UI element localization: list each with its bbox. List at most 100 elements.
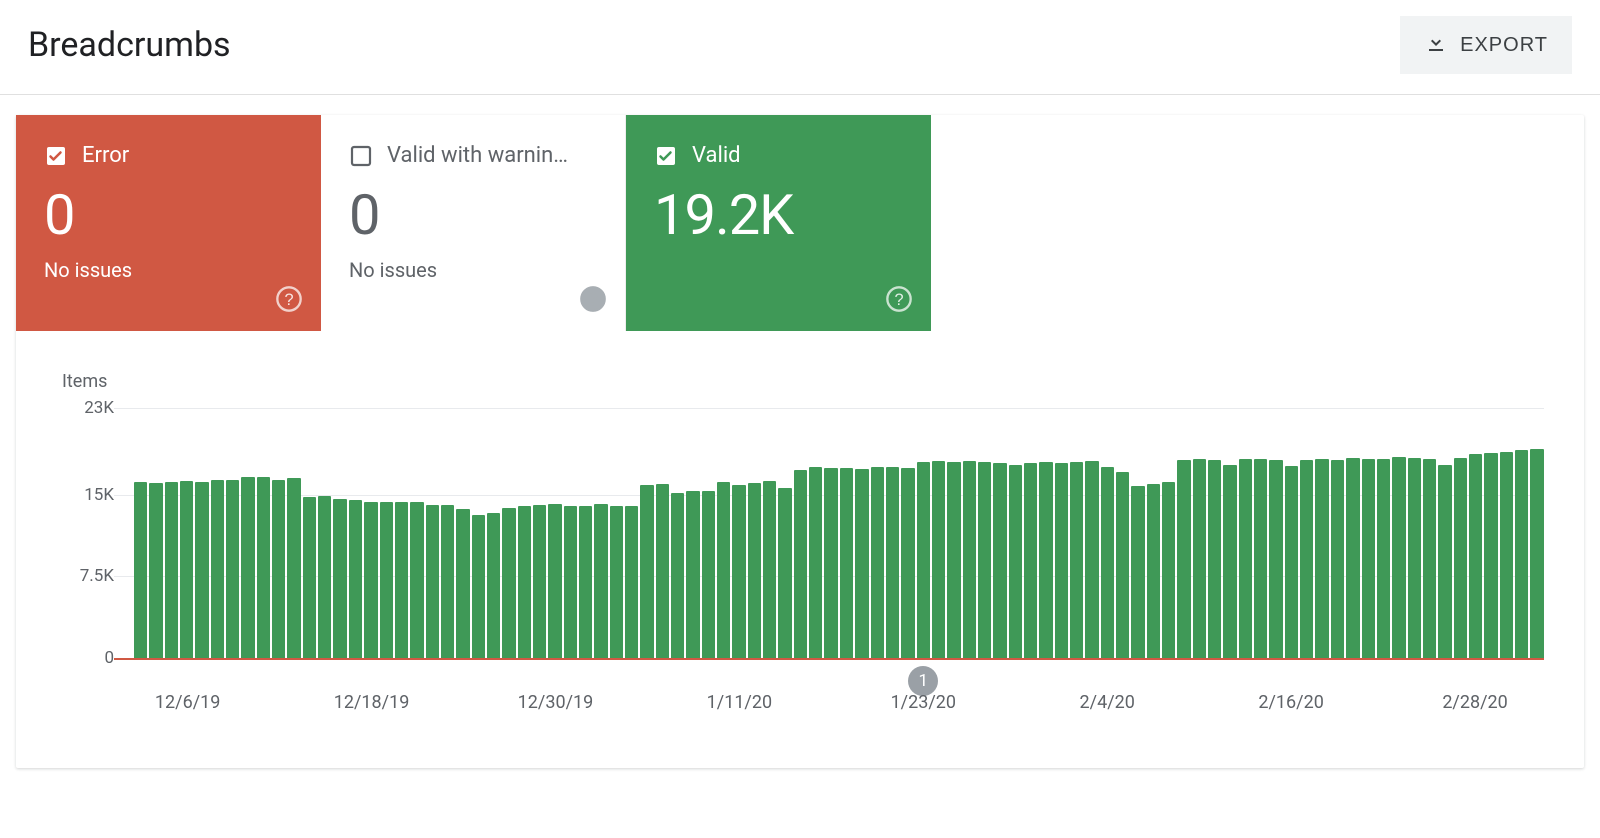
chart-bar[interactable] bbox=[1162, 482, 1175, 658]
chart-bar[interactable] bbox=[656, 484, 669, 658]
chart-bar[interactable] bbox=[1223, 465, 1236, 659]
chart-bar[interactable] bbox=[594, 504, 607, 658]
chart-bar[interactable] bbox=[1392, 457, 1405, 658]
chart-bar[interactable] bbox=[1530, 449, 1543, 658]
chart-bar[interactable] bbox=[1300, 460, 1313, 658]
chart-bar[interactable] bbox=[1101, 467, 1114, 658]
chart-bar[interactable] bbox=[1408, 458, 1421, 658]
chart-bar[interactable] bbox=[794, 470, 807, 658]
chart-bar[interactable] bbox=[1500, 452, 1513, 659]
chart-bar[interactable] bbox=[226, 480, 239, 658]
chart-bar[interactable] bbox=[1423, 459, 1436, 658]
chart-bar[interactable] bbox=[947, 462, 960, 658]
help-icon[interactable]: ? bbox=[885, 285, 913, 313]
chart-bar[interactable] bbox=[1454, 458, 1467, 658]
chart-bar[interactable] bbox=[1254, 459, 1267, 658]
chart-bar[interactable] bbox=[610, 506, 623, 658]
chart-bar[interactable] bbox=[533, 505, 546, 658]
chart-bar[interactable] bbox=[149, 483, 162, 658]
chart-bar[interactable] bbox=[180, 481, 193, 658]
chart-bar[interactable] bbox=[1177, 460, 1190, 658]
chart-bar[interactable] bbox=[763, 481, 776, 658]
chart-bar[interactable] bbox=[333, 499, 346, 658]
chart-bar[interactable] bbox=[380, 502, 393, 659]
chart-bar[interactable] bbox=[809, 467, 822, 658]
chart-bar[interactable] bbox=[257, 477, 270, 659]
chart-bar[interactable] bbox=[579, 506, 592, 658]
help-icon[interactable]: ? bbox=[579, 285, 607, 313]
chart-bar[interactable] bbox=[395, 502, 408, 659]
chart-bar[interactable] bbox=[134, 482, 147, 658]
chart-bar[interactable] bbox=[272, 480, 285, 658]
chart-bar[interactable] bbox=[441, 505, 454, 658]
chart-bar[interactable] bbox=[1009, 465, 1022, 659]
chart-bar[interactable] bbox=[824, 468, 837, 658]
chart-bar[interactable] bbox=[1039, 462, 1052, 658]
chart-bar[interactable] bbox=[502, 508, 515, 658]
chart-bar[interactable] bbox=[886, 467, 899, 658]
chart-bar[interactable] bbox=[564, 506, 577, 658]
chart-bar[interactable] bbox=[472, 515, 485, 659]
chart-bar[interactable] bbox=[1438, 465, 1451, 659]
chart-bar[interactable] bbox=[303, 497, 316, 658]
chart-bar[interactable] bbox=[978, 462, 991, 658]
chart-bar[interactable] bbox=[349, 500, 362, 658]
chart-bar[interactable] bbox=[426, 505, 439, 658]
chart-bar[interactable] bbox=[1269, 460, 1282, 658]
chart-bar[interactable] bbox=[901, 468, 914, 658]
chart-bar[interactable] bbox=[993, 463, 1006, 658]
chart-bar[interactable] bbox=[364, 502, 377, 659]
chart-bar[interactable] bbox=[778, 488, 791, 658]
chart-bar[interactable] bbox=[625, 506, 638, 658]
chart-bar[interactable] bbox=[1116, 472, 1129, 658]
chart-bar[interactable] bbox=[748, 483, 761, 658]
chart-bar[interactable] bbox=[1070, 462, 1083, 658]
chart-bar[interactable] bbox=[165, 482, 178, 658]
chart-bar[interactable] bbox=[1331, 460, 1344, 658]
chart-bar[interactable] bbox=[1484, 453, 1497, 658]
chart-bar[interactable] bbox=[241, 477, 254, 659]
chart-bar[interactable] bbox=[717, 482, 730, 658]
chart-bar[interactable] bbox=[1131, 486, 1144, 658]
chart-bar[interactable] bbox=[1346, 458, 1359, 658]
chart-bar[interactable] bbox=[855, 469, 868, 658]
chart-bar[interactable] bbox=[1285, 466, 1298, 658]
chart-bar[interactable] bbox=[686, 491, 699, 658]
chart-bar[interactable] bbox=[1208, 460, 1221, 658]
chart-bar[interactable] bbox=[318, 496, 331, 658]
chart-bar[interactable] bbox=[1024, 463, 1037, 658]
chart-bar[interactable] bbox=[1377, 459, 1390, 658]
chart-bar[interactable] bbox=[211, 480, 224, 658]
chart-bars[interactable]: 1 bbox=[114, 408, 1544, 658]
chart-bar[interactable] bbox=[548, 504, 561, 658]
chart-bar[interactable] bbox=[1147, 484, 1160, 658]
status-tab-valid[interactable]: Valid 19.2K ? bbox=[626, 115, 931, 331]
chart-bar[interactable] bbox=[1239, 459, 1252, 658]
chart-bar[interactable] bbox=[732, 485, 745, 658]
chart-bar[interactable] bbox=[702, 491, 715, 658]
chart-bar[interactable] bbox=[1362, 459, 1375, 658]
chart-bar[interactable] bbox=[1193, 459, 1206, 658]
status-tab-error[interactable]: Error 0 No issues ? bbox=[16, 115, 321, 331]
chart-bar[interactable] bbox=[1515, 450, 1528, 658]
chart-bar[interactable] bbox=[640, 485, 653, 658]
chart-bar[interactable] bbox=[671, 493, 684, 658]
chart-bar[interactable] bbox=[410, 502, 423, 659]
chart-bar[interactable] bbox=[1469, 454, 1482, 658]
chart-bar[interactable] bbox=[917, 462, 930, 658]
status-tab-warning[interactable]: Valid with warnin… 0 No issues ? bbox=[321, 115, 626, 331]
chart-bar[interactable] bbox=[518, 506, 531, 658]
chart-bar[interactable] bbox=[1315, 459, 1328, 658]
chart-bar[interactable] bbox=[487, 513, 500, 658]
chart-bar[interactable] bbox=[871, 467, 884, 658]
chart-bar[interactable] bbox=[1085, 461, 1098, 658]
help-icon[interactable]: ? bbox=[275, 285, 303, 313]
chart-bar[interactable] bbox=[1055, 463, 1068, 658]
chart-bar[interactable] bbox=[963, 461, 976, 658]
chart-bar[interactable] bbox=[195, 482, 208, 658]
chart-bar[interactable] bbox=[840, 468, 853, 658]
export-button[interactable]: EXPORT bbox=[1400, 16, 1572, 74]
chart-bar[interactable] bbox=[287, 478, 300, 658]
chart-bar[interactable] bbox=[932, 461, 945, 658]
chart-bar[interactable] bbox=[456, 509, 469, 658]
